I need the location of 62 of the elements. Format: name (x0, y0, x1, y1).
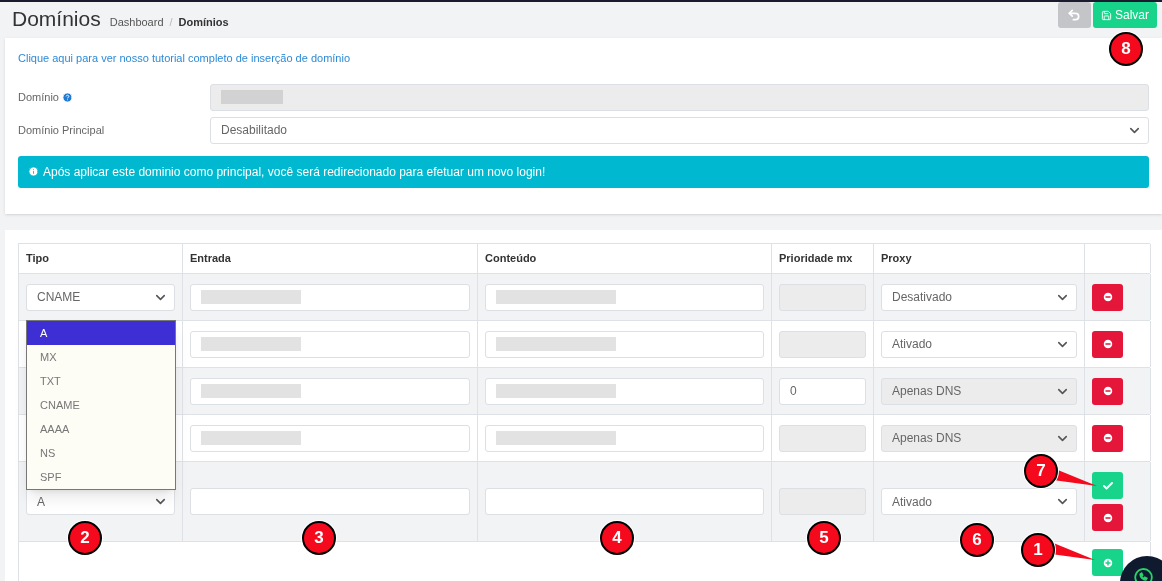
callout-marker: 5 (807, 521, 841, 555)
callout-marker: 1 (1021, 533, 1055, 567)
callout-marker: 7 (1024, 454, 1058, 488)
remove-button[interactable] (1092, 424, 1123, 452)
entry-field[interactable] (190, 488, 470, 515)
back-icon (1067, 8, 1082, 22)
remove-button[interactable] (1092, 377, 1123, 405)
callout-marker: 3 (302, 521, 336, 555)
field-label: Domínio (18, 89, 59, 105)
proxy-select[interactable]: Ativado (881, 330, 1077, 358)
alert-text: Após aplicar este dominio como principal, você será redirecionado para efetuar um novo login! (43, 163, 546, 181)
entry-field[interactable] (190, 424, 470, 452)
column-header: Conteúdo (485, 251, 537, 267)
content-field[interactable] (485, 488, 764, 515)
content-field[interactable] (485, 377, 764, 405)
main-domain-select[interactable]: Desabilitado (210, 116, 1149, 144)
dropdown-option[interactable]: MX (27, 345, 175, 369)
blurred-text (221, 90, 283, 104)
dropdown-option[interactable]: AAAA (27, 417, 175, 441)
confirm-button[interactable] (1092, 472, 1123, 499)
column-header: Proxy (881, 251, 912, 267)
dropdown-option[interactable]: SPF (27, 465, 175, 489)
check-icon (1101, 479, 1114, 492)
type-select[interactable]: A (26, 488, 175, 515)
proxy-select[interactable]: Desativado (881, 283, 1077, 311)
remove-button[interactable] (1092, 330, 1123, 358)
callout-marker: 4 (600, 521, 634, 555)
breadcrumb-current: Domínios (178, 15, 229, 30)
back-button[interactable] (1058, 2, 1091, 28)
content-field[interactable] (485, 424, 764, 452)
callout-marker: 6 (960, 523, 994, 557)
entry-field[interactable] (190, 377, 470, 405)
save-icon (1101, 9, 1112, 21)
proxy-select[interactable]: Ativado (881, 488, 1077, 515)
info-icon (28, 166, 39, 177)
remove-button[interactable] (1092, 504, 1123, 531)
dropdown-option[interactable]: A (27, 321, 175, 345)
minus-icon (1101, 338, 1114, 350)
field-label: Domínio Principal (18, 122, 105, 138)
minus-icon (1101, 385, 1114, 397)
dropdown-option[interactable]: TXT (27, 369, 175, 393)
remove-button[interactable] (1092, 283, 1123, 311)
dropdown-option[interactable]: CNAME (27, 393, 175, 417)
type-select[interactable]: CNAME (26, 283, 175, 311)
column-header: Entrada (190, 251, 231, 267)
minus-icon (1101, 511, 1114, 524)
minus-icon (1101, 432, 1114, 444)
breadcrumb-separator: / (169, 15, 173, 30)
minus-icon (1101, 291, 1114, 303)
callout-marker: 8 (1109, 32, 1143, 66)
callout-marker: 2 (68, 521, 102, 555)
plus-icon (1101, 556, 1114, 569)
column-header: Prioridade mx (779, 251, 853, 267)
column-header: Tipo (26, 251, 49, 267)
entry-field[interactable] (190, 283, 470, 311)
content-field[interactable] (485, 283, 764, 311)
page-title: Domínios (12, 6, 101, 32)
breadcrumb-link[interactable]: Dashboard (109, 14, 164, 31)
priority-field[interactable]: 0 (779, 377, 866, 405)
dropdown-option[interactable]: NS (27, 441, 175, 465)
content-field[interactable] (485, 330, 764, 358)
entry-field[interactable] (190, 330, 470, 358)
